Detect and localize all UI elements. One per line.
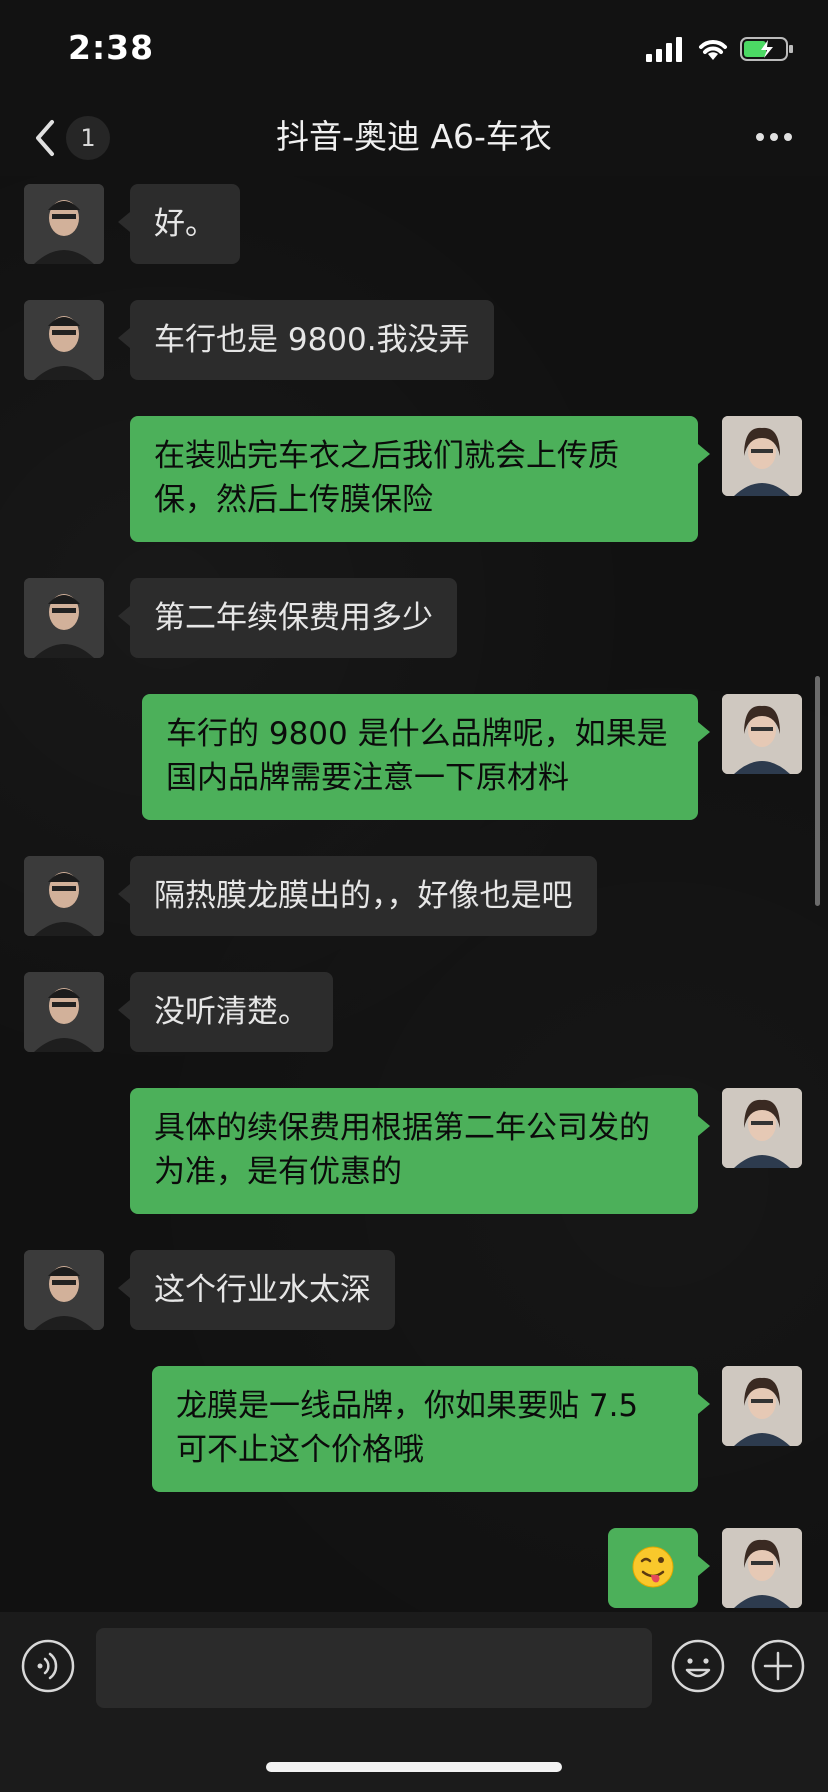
message-bubble-outgoing[interactable]: 龙膜是一线品牌，你如果要贴 7.5 可不止这个价格哦	[152, 1366, 710, 1492]
winking-tongue-emoji-icon	[632, 1546, 674, 1588]
nav-bar: 1 抖音-奥迪 A6-车衣	[0, 100, 828, 176]
scroll-indicator[interactable]	[815, 676, 820, 906]
voice-icon[interactable]	[20, 1638, 76, 1694]
message-bubble-incoming[interactable]: 没听清楚。	[118, 972, 333, 1052]
more-dots-icon[interactable]	[754, 122, 794, 152]
message-bubble-incoming[interactable]: 车行也是 9800.我没弄	[118, 300, 494, 380]
message-input[interactable]	[96, 1628, 652, 1708]
home-indicator[interactable]	[266, 1762, 562, 1772]
chevron-left-icon[interactable]	[30, 116, 60, 160]
avatar-self[interactable]	[722, 1366, 802, 1446]
message-bubble-incoming[interactable]: 第二年续保费用多少	[118, 578, 457, 658]
message-bubble-outgoing[interactable]: 在装贴完车衣之后我们就会上传质保，然后上传膜保险	[130, 416, 710, 542]
status-bar: 2:38	[0, 0, 828, 100]
chat-title: 抖音-奥迪 A6-车衣	[276, 117, 552, 156]
chat-area[interactable]: 好。 车行也是 9800.我没弄 在装贴完车衣之后我们就会上传质保，然后上传膜保…	[0, 176, 828, 1612]
signal-icon	[646, 37, 682, 62]
battery-charging-icon	[740, 37, 793, 61]
message-bubble-incoming[interactable]: 好。	[118, 184, 240, 264]
status-icons	[646, 34, 794, 64]
avatar-contact[interactable]	[24, 300, 104, 380]
avatar-contact[interactable]	[24, 578, 104, 658]
message-bubble-outgoing[interactable]: 车行的 9800 是什么品牌呢，如果是国内品牌需要注意一下原材料	[142, 694, 710, 820]
unread-badge[interactable]: 1	[66, 116, 110, 160]
message-bubble-outgoing[interactable]: 具体的续保费用根据第二年公司发的为准，是有优惠的	[130, 1088, 710, 1214]
avatar-self[interactable]	[722, 416, 802, 496]
status-time: 2:38	[68, 28, 155, 67]
avatar-self[interactable]	[722, 694, 802, 774]
message-bubble-outgoing[interactable]	[608, 1528, 710, 1608]
avatar-contact[interactable]	[24, 972, 104, 1052]
emoji-icon[interactable]	[670, 1638, 726, 1694]
avatar-contact[interactable]	[24, 856, 104, 936]
avatar-self[interactable]	[722, 1528, 802, 1608]
avatar-contact[interactable]	[24, 1250, 104, 1330]
avatar-self[interactable]	[722, 1088, 802, 1168]
message-bubble-incoming[interactable]: 隔热膜龙膜出的，，好像也是吧	[118, 856, 597, 936]
message-bubble-incoming[interactable]: 这个行业水太深	[118, 1250, 395, 1330]
wifi-icon	[699, 40, 727, 60]
plus-icon[interactable]	[750, 1638, 806, 1694]
avatar-contact[interactable]	[24, 184, 104, 264]
